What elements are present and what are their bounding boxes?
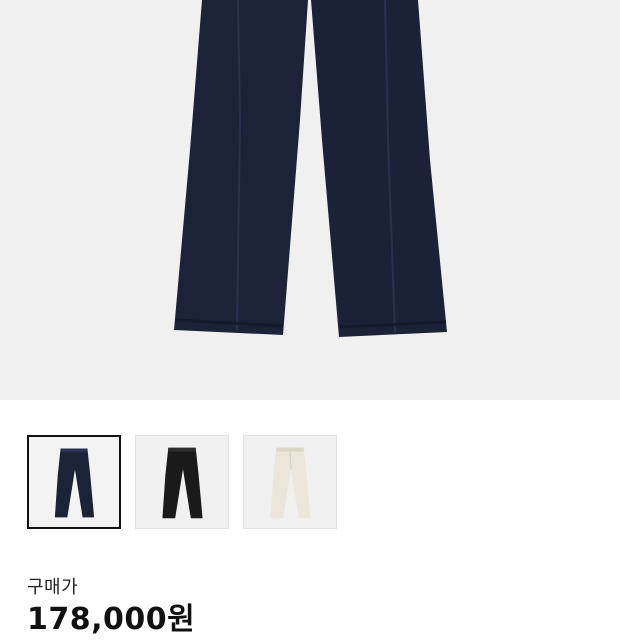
black-pants-thumbnail [162,447,203,519]
navy-pants-image [174,0,447,337]
thumbnail-black[interactable] [135,435,229,529]
thumbnail-navy[interactable] [27,435,121,529]
thumbnail-ivory[interactable] [243,435,337,529]
ivory-pants-thumbnail [270,447,311,519]
product-hero-image [0,0,620,400]
navy-pants-thumbnail [54,448,95,518]
price-value: 178,000원 [27,602,196,637]
color-thumbnails [27,435,337,529]
price-label: 구매가 [27,577,79,598]
